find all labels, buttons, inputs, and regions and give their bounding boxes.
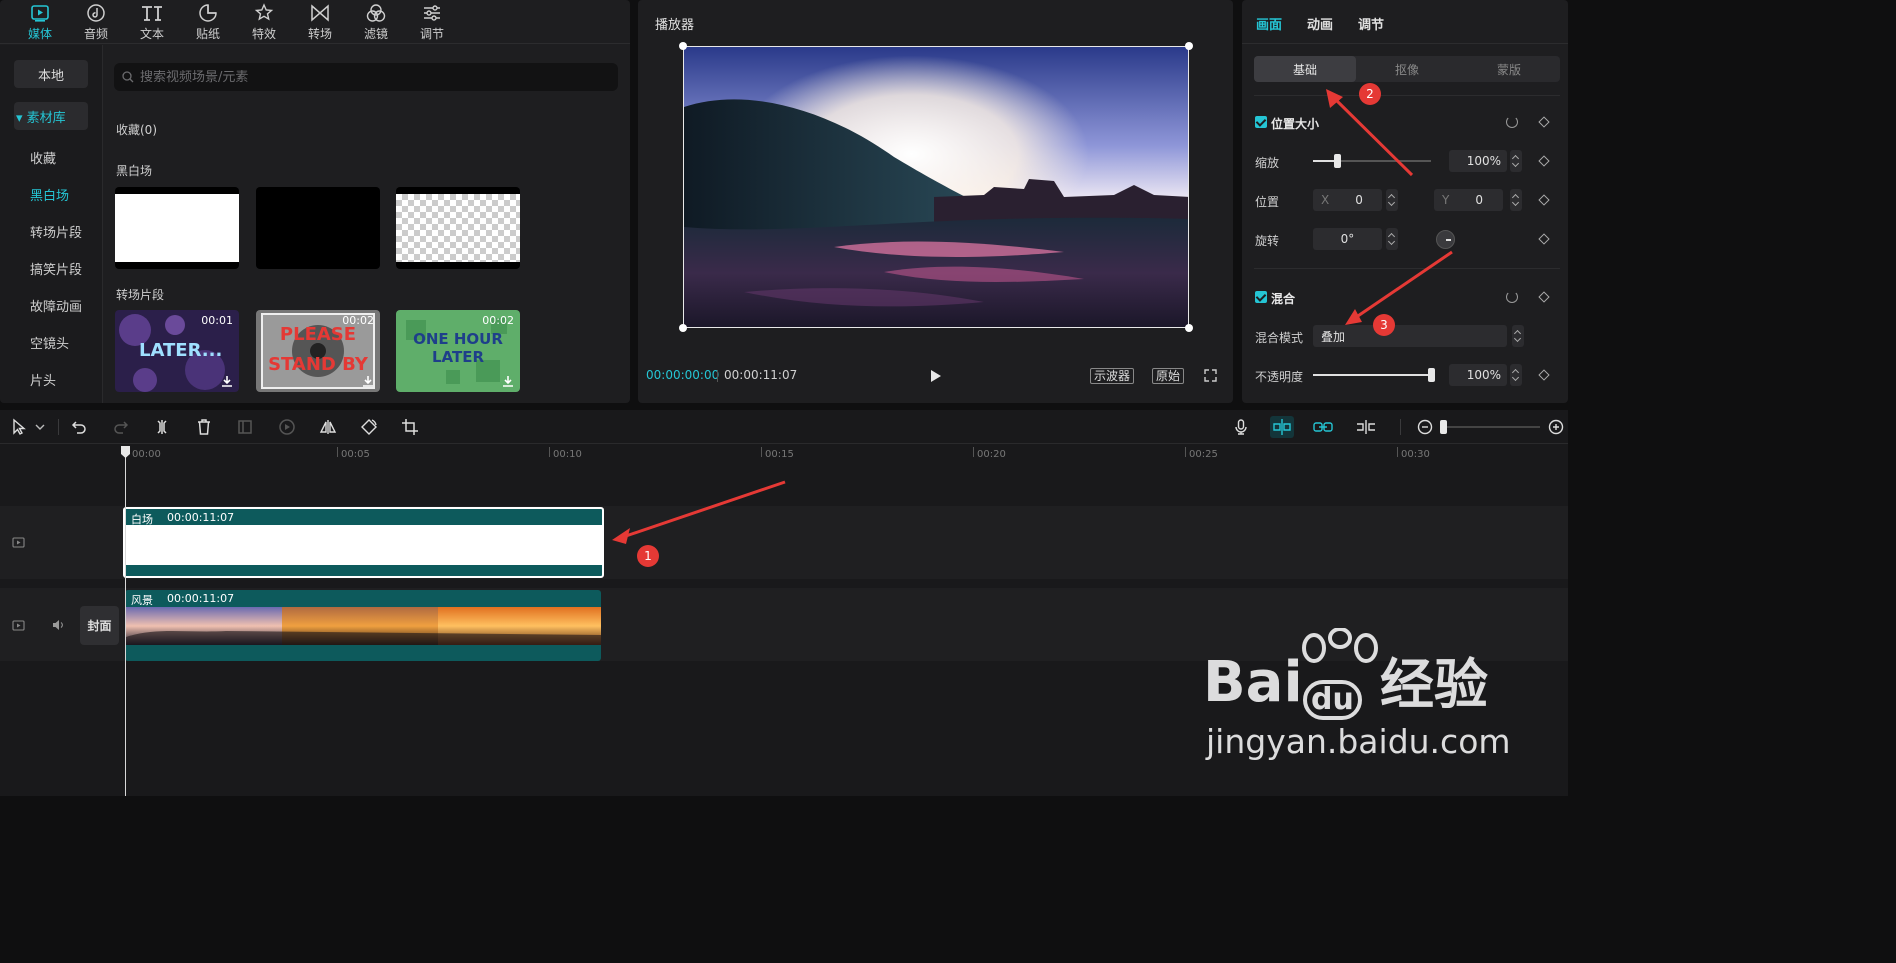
watermark-brand-b: du — [1303, 680, 1362, 720]
watermark-brand-a: Bai — [1203, 650, 1303, 715]
watermark-cn: 经验 — [1380, 653, 1488, 716]
annotation-badge: 2 — [1359, 83, 1381, 105]
annotation-badge: 1 — [637, 545, 659, 567]
annotation-badge: 3 — [1373, 314, 1395, 336]
watermark-url: jingyan.baidu.com — [1206, 722, 1511, 761]
